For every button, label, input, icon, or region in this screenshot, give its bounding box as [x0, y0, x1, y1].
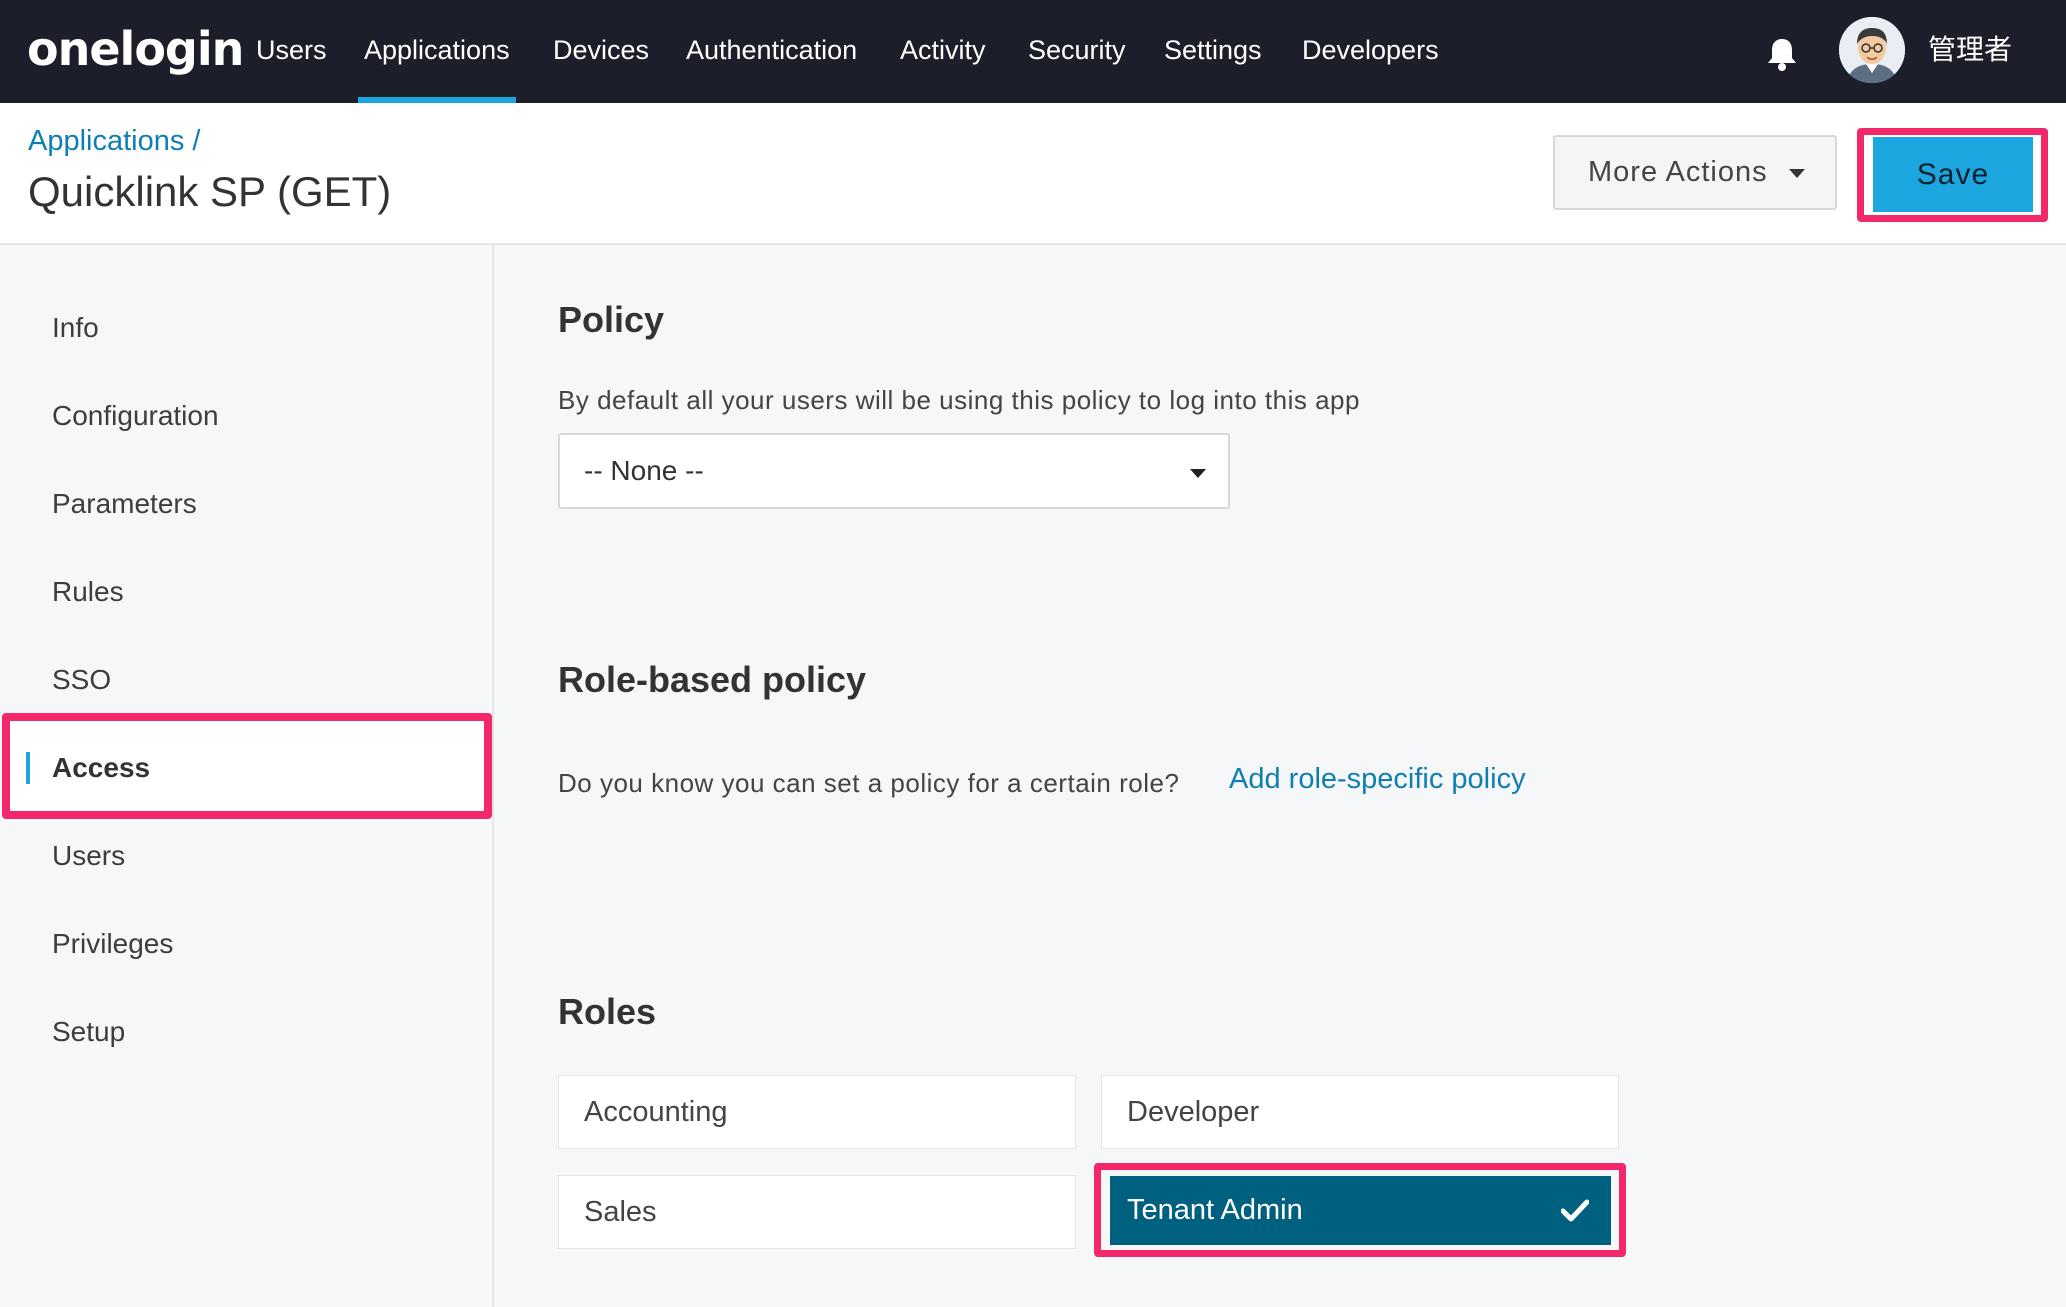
- roles-heading: Roles: [558, 991, 657, 1032]
- sidebar-item-users[interactable]: Users: [52, 840, 125, 872]
- sidebar-item-privileges[interactable]: Privileges: [52, 928, 173, 960]
- policy-description: By default all your users will be using …: [558, 385, 1360, 415]
- chevron-down-icon: [1789, 169, 1805, 178]
- bell-icon[interactable]: [1762, 34, 1802, 74]
- sidebar-item-setup[interactable]: Setup: [52, 1016, 125, 1048]
- more-actions-dropdown[interactable]: More Actions: [1553, 135, 1837, 210]
- role-policy-prompt: Do you know you can set a policy for a c…: [558, 768, 1180, 798]
- role-sales[interactable]: Sales: [558, 1175, 1076, 1249]
- add-role-specific-policy-link[interactable]: Add role-specific policy: [1229, 763, 1526, 796]
- breadcrumb-applications[interactable]: Applications /: [28, 125, 201, 158]
- onelogin-logo[interactable]: onelogin: [27, 21, 244, 77]
- sidebar-item-configuration[interactable]: Configuration: [52, 400, 219, 432]
- page-header: Applications / Quicklink SP (GET) More A…: [0, 103, 2066, 245]
- sidebar-item-access-label: Access: [52, 752, 151, 783]
- role-tenant-admin-label: Tenant Admin: [1127, 1194, 1303, 1226]
- username-label[interactable]: 管理者: [1928, 0, 2012, 103]
- more-actions-label: More Actions: [1588, 156, 1768, 188]
- nav-item-devices[interactable]: Devices: [553, 0, 649, 103]
- chevron-down-icon: [1190, 469, 1206, 478]
- policy-select[interactable]: -- None --: [558, 433, 1230, 509]
- role-accounting[interactable]: Accounting: [558, 1075, 1076, 1149]
- nav-item-developers[interactable]: Developers: [1302, 0, 1439, 103]
- nav-item-activity[interactable]: Activity: [900, 0, 986, 103]
- nav-item-applications[interactable]: Applications: [358, 0, 516, 103]
- page-title: Quicklink SP (GET): [28, 168, 392, 215]
- top-navigation-bar: onelogin Users Applications Devices Auth…: [0, 0, 2066, 103]
- avatar-illustration-icon: [1839, 17, 1905, 83]
- nav-item-settings[interactable]: Settings: [1164, 0, 1262, 103]
- nav-item-security[interactable]: Security: [1028, 0, 1126, 103]
- checkmark-icon: [1561, 1199, 1589, 1222]
- role-tenant-admin[interactable]: Tenant Admin: [1110, 1176, 1611, 1245]
- role-based-policy-heading: Role-based policy: [558, 659, 867, 700]
- policy-heading: Policy: [558, 299, 665, 340]
- policy-select-value: -- None --: [584, 455, 704, 486]
- nav-item-users[interactable]: Users: [256, 0, 327, 103]
- save-button[interactable]: Save: [1873, 137, 2033, 212]
- sidebar-item-sso[interactable]: SSO: [52, 664, 111, 696]
- user-avatar[interactable]: [1839, 17, 1905, 83]
- sidebar-item-parameters[interactable]: Parameters: [52, 488, 197, 520]
- sidebar-item-rules[interactable]: Rules: [52, 576, 124, 608]
- role-developer[interactable]: Developer: [1101, 1075, 1619, 1149]
- active-indicator: [26, 752, 30, 784]
- sidebar-item-info[interactable]: Info: [52, 312, 99, 344]
- nav-item-authentication[interactable]: Authentication: [686, 0, 857, 103]
